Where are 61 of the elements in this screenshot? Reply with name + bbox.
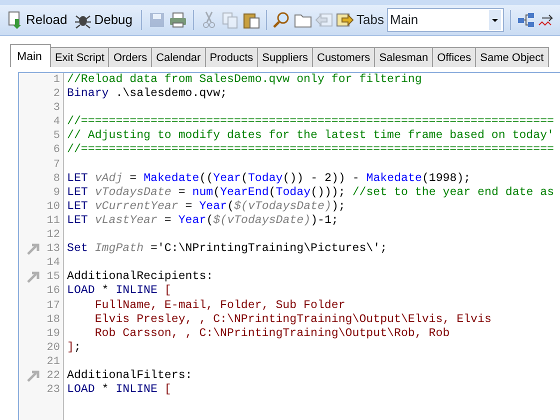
line-number: 13: [46, 242, 60, 256]
line-number: 1: [53, 73, 60, 88]
code-line: AdditionalFilters:: [67, 368, 192, 384]
script-tab[interactable]: Exit Script: [50, 47, 110, 67]
line-number: 21: [46, 354, 60, 369]
line-number: 14: [46, 256, 60, 270]
script-tab[interactable]: Calendar: [151, 47, 206, 67]
code-line: Set ImgPath ='C:\NPrintingTraining\Pictures\';: [67, 242, 388, 256]
script-tab[interactable]: Suppliers: [257, 47, 313, 67]
code-line: LOAD * INLINE [: [67, 284, 172, 298]
line-number: 10: [46, 200, 60, 214]
code-line: Rob Carsson, , C:\NPrintingTraining\Output\Rob, Rob: [94, 326, 450, 341]
line-number: 4: [53, 115, 60, 130]
line-number: 23: [46, 383, 60, 398]
code-line: FullName, E-mail, Folder, Sub Folder: [94, 298, 346, 313]
code-line: //====================================================================: [67, 115, 554, 130]
document-arrow-icon: [6, 11, 24, 29]
reload-button[interactable]: Reload: [4, 8, 70, 32]
code-line: AdditionalRecipients:: [67, 270, 214, 284]
printer-icon[interactable]: [168, 11, 187, 29]
script-tab[interactable]: Same Object: [475, 47, 549, 67]
code-line: Binary .\salesdemo.qvw;: [67, 87, 228, 102]
script-tab[interactable]: Main: [10, 44, 51, 67]
line-number: 9: [53, 186, 60, 200]
script-tab[interactable]: Orders: [108, 47, 152, 67]
line-number: 22: [46, 368, 60, 384]
line-number: 15: [46, 270, 60, 284]
code-line: ];: [67, 340, 81, 355]
script-tab[interactable]: Offices: [432, 47, 476, 67]
tree-diagram-icon[interactable]: [517, 11, 535, 29]
line-number: 3: [53, 101, 60, 116]
line-number: 8: [53, 172, 60, 186]
line-number: 19: [46, 326, 60, 341]
line-number: 16: [46, 284, 60, 298]
code-line: LET vTodaysDate = num(YearEnd(Today())); //set to the year end date as: [67, 186, 554, 200]
line-number: 5: [53, 129, 60, 144]
code-line: LOAD * INLINE [: [67, 383, 172, 398]
debug-button[interactable]: Debug: [72, 8, 135, 32]
line-number: 11: [46, 214, 60, 228]
tabs-label: Tabs: [356, 11, 384, 30]
magnifier-icon[interactable]: [272, 11, 291, 29]
line-number: 2: [53, 87, 60, 102]
code-line: //====================================================================: [67, 143, 554, 158]
line-number: 20: [46, 340, 60, 355]
tabs-dropdown[interactable]: Main: [386, 8, 504, 32]
line-number: 17: [46, 298, 60, 313]
script-tab[interactable]: Salesman: [374, 47, 434, 67]
line-number: 6: [53, 143, 60, 158]
script-tab[interactable]: Products: [204, 47, 258, 67]
arrow-right-icon[interactable]: [336, 11, 354, 29]
line-number: 18: [46, 312, 60, 327]
line-number: 7: [53, 158, 60, 172]
code-line: Elvis Presley, , C:\NPrintingTraining\Output\Elvis, Elvis: [94, 312, 492, 327]
code-line: LET vAdj = Makedate((Year(Today()) - 2)) - Makedate(1998);: [67, 172, 471, 186]
script-tab[interactable]: Customers: [312, 47, 376, 67]
clipboard-icon[interactable]: [242, 11, 260, 29]
code-line: // Adjusting to modify dates for the latest time frame based on today': [67, 129, 554, 144]
code-line: LET vCurrentYear = Year($(vTodaysDate));: [67, 200, 346, 214]
code-line: LET vLastYear = Year($(vTodaysDate))-1;: [67, 214, 338, 228]
code-line: //Reload data from SalesDemo.qvw only for filtering: [67, 73, 422, 88]
line-number: 12: [46, 228, 60, 242]
